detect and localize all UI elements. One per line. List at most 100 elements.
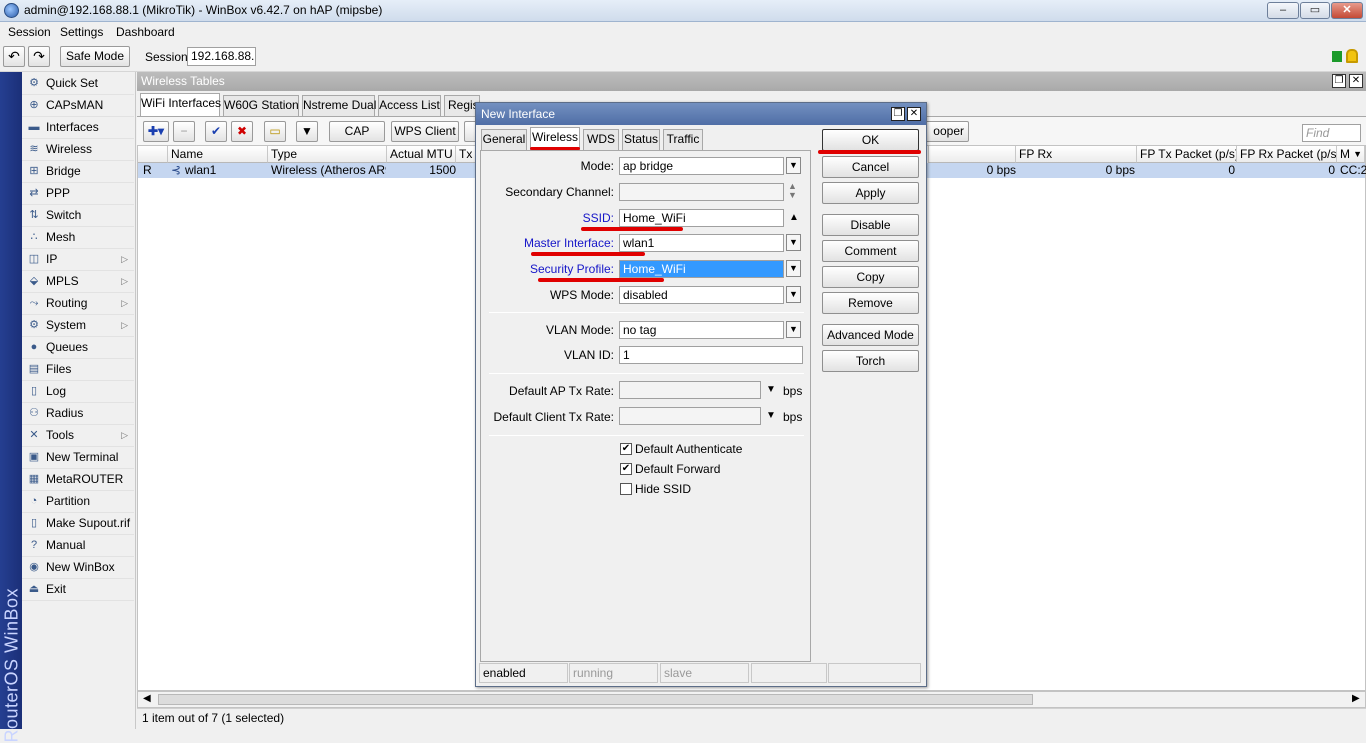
- column-header-name[interactable]: Name: [168, 146, 268, 163]
- session-field[interactable]: 192.168.88.1: [187, 47, 256, 66]
- wps-mode-dropdown-icon[interactable]: ▼: [786, 286, 801, 303]
- filter-button[interactable]: ▼: [296, 121, 318, 142]
- default-authenticate-checkbox[interactable]: ✔: [620, 443, 632, 455]
- remove-button[interactable]: −: [173, 121, 195, 142]
- column-header-flags[interactable]: [138, 146, 168, 163]
- scrollbar-thumb[interactable]: [158, 694, 1033, 705]
- comment-interface-button[interactable]: Comment: [822, 240, 919, 262]
- sidebar-item-mpls[interactable]: ⬙ MPLS ▷: [22, 271, 134, 293]
- default-ap-tx-rate-dropdown-icon[interactable]: ▼: [766, 384, 776, 395]
- cancel-button[interactable]: Cancel: [822, 156, 919, 178]
- remove-interface-button[interactable]: Remove: [822, 292, 919, 314]
- ok-button[interactable]: OK: [822, 129, 919, 151]
- column-chooser-icon[interactable]: ▼: [1353, 146, 1362, 162]
- restore-icon[interactable]: ❐: [1332, 74, 1346, 88]
- sidebar-item-exit[interactable]: ⏏ Exit: [22, 579, 134, 601]
- sidebar-item-ip[interactable]: ◫ IP ▷: [22, 249, 134, 271]
- master-interface-select[interactable]: wlan1: [619, 234, 784, 252]
- default-ap-tx-rate-field[interactable]: [619, 381, 761, 399]
- comment-button[interactable]: ▭: [264, 121, 286, 142]
- tab-nstreme-dual[interactable]: Nstreme Dual: [302, 95, 376, 116]
- tab-wds[interactable]: WDS: [583, 129, 619, 150]
- column-header-fp-rx-packet[interactable]: FP Rx Packet (p/s): [1237, 146, 1337, 163]
- sidebar-item-routing[interactable]: ⤳ Routing ▷: [22, 293, 134, 315]
- copy-button[interactable]: Copy: [822, 266, 919, 288]
- redo-button[interactable]: ↷: [28, 46, 50, 67]
- close-window-button[interactable]: ✕: [1331, 2, 1363, 19]
- close-icon[interactable]: ✕: [1349, 74, 1363, 88]
- column-header-tx[interactable]: Tx: [456, 146, 476, 163]
- disable-interface-button[interactable]: Disable: [822, 214, 919, 236]
- menu-settings[interactable]: Settings: [60, 25, 103, 39]
- security-profile-select[interactable]: Home_WiFi: [619, 260, 784, 278]
- apply-button[interactable]: Apply: [822, 182, 919, 204]
- ssid-input[interactable]: Home_WiFi: [619, 209, 784, 227]
- mode-select[interactable]: ap bridge: [619, 157, 784, 175]
- sidebar-item-bridge[interactable]: ⊞ Bridge: [22, 161, 134, 183]
- mode-dropdown-icon[interactable]: ▼: [786, 157, 801, 174]
- sidebar-item-mesh[interactable]: ∴ Mesh: [22, 227, 134, 249]
- sidebar-item-switch[interactable]: ⇅ Switch: [22, 205, 134, 227]
- vlan-id-input[interactable]: 1: [619, 346, 803, 364]
- menu-session[interactable]: Session: [8, 25, 51, 39]
- sidebar-item-queues[interactable]: ● Queues: [22, 337, 134, 359]
- sidebar-item-new-terminal[interactable]: ▣ New Terminal: [22, 447, 134, 469]
- security-profile-dropdown-icon[interactable]: ▼: [786, 260, 801, 277]
- enable-button[interactable]: ✔: [205, 121, 227, 142]
- vlan-mode-select[interactable]: no tag: [619, 321, 784, 339]
- safe-mode-button[interactable]: Safe Mode: [60, 46, 130, 67]
- sidebar-item-new-winbox[interactable]: ◉ New WinBox: [22, 557, 134, 579]
- sidebar-item-system[interactable]: ⚙ System ▷: [22, 315, 134, 337]
- dialog-close-icon[interactable]: ✕: [907, 107, 921, 121]
- add-button[interactable]: ✚▾: [143, 121, 169, 142]
- ssid-collapse-icon[interactable]: ▲: [789, 212, 799, 223]
- torch-button[interactable]: Torch: [822, 350, 919, 372]
- sidebar-item-radius[interactable]: ⚇ Radius: [22, 403, 134, 425]
- sidebar-item-tools[interactable]: ✕ Tools ▷: [22, 425, 134, 447]
- secondary-channel-field[interactable]: [619, 183, 784, 201]
- secondary-channel-stepper-icon[interactable]: ▲ ▼: [788, 182, 797, 200]
- undo-button[interactable]: ↶: [3, 46, 25, 67]
- menu-dashboard[interactable]: Dashboard: [116, 25, 175, 39]
- advanced-mode-button[interactable]: Advanced Mode: [822, 324, 919, 346]
- tab-traffic[interactable]: Traffic: [663, 129, 703, 150]
- sidebar-item-manual[interactable]: ? Manual: [22, 535, 134, 557]
- sidebar-item-wireless[interactable]: ≋ Wireless: [22, 139, 134, 161]
- column-header-actual-mtu[interactable]: Actual MTU: [387, 146, 456, 163]
- column-header-mac[interactable]: M ▼: [1337, 146, 1365, 163]
- wps-client-button[interactable]: WPS Client: [391, 121, 459, 142]
- master-interface-dropdown-icon[interactable]: ▼: [786, 234, 801, 251]
- tab-general[interactable]: General: [481, 129, 527, 150]
- minimize-button[interactable]: –: [1267, 2, 1299, 19]
- default-client-tx-rate-field[interactable]: [619, 407, 761, 425]
- tab-w60g-station[interactable]: W60G Station: [223, 95, 299, 116]
- hide-ssid-checkbox[interactable]: [620, 483, 632, 495]
- find-input[interactable]: Find: [1302, 124, 1361, 142]
- sidebar-item-files[interactable]: ▤ Files: [22, 359, 134, 381]
- disable-button[interactable]: ✖: [231, 121, 253, 142]
- scroll-right-icon[interactable]: ▶: [1352, 693, 1360, 704]
- maximize-button[interactable]: ▭: [1300, 2, 1330, 19]
- horizontal-scrollbar[interactable]: ◀ ▶: [137, 691, 1366, 708]
- sidebar-item-interfaces[interactable]: ▬ Interfaces: [22, 117, 134, 139]
- sidebar-item-ppp[interactable]: ⇄ PPP: [22, 183, 134, 205]
- tab-status[interactable]: Status: [622, 129, 660, 150]
- column-header-type[interactable]: Type: [268, 146, 387, 163]
- tab-access-list[interactable]: Access List: [378, 95, 441, 116]
- default-forward-checkbox[interactable]: ✔: [620, 463, 632, 475]
- vlan-mode-dropdown-icon[interactable]: ▼: [786, 321, 801, 338]
- scroll-left-icon[interactable]: ◀: [143, 693, 151, 704]
- column-header-fp-tx-packet[interactable]: FP Tx Packet (p/s): [1137, 146, 1237, 163]
- sidebar-item-make-supout-rif[interactable]: ▯ Make Supout.rif: [22, 513, 134, 535]
- column-header-tx-rate[interactable]: [928, 146, 1016, 163]
- sidebar-item-log[interactable]: ▯ Log: [22, 381, 134, 403]
- sidebar-item-capsman[interactable]: ⊕ CAPsMAN: [22, 95, 134, 117]
- dialog-restore-icon[interactable]: ❐: [891, 107, 905, 121]
- cap-button[interactable]: CAP: [329, 121, 385, 142]
- column-header-fp-rx[interactable]: FP Rx: [1016, 146, 1137, 163]
- sidebar-item-partition[interactable]: ◔ Partition: [22, 491, 134, 513]
- sidebar-item-quick-set[interactable]: ⚙ Quick Set: [22, 73, 134, 95]
- sidebar-item-metarouter[interactable]: ▦ MetaROUTER: [22, 469, 134, 491]
- default-client-tx-rate-dropdown-icon[interactable]: ▼: [766, 410, 776, 421]
- tab-wifi-interfaces[interactable]: WiFi Interfaces: [140, 93, 221, 116]
